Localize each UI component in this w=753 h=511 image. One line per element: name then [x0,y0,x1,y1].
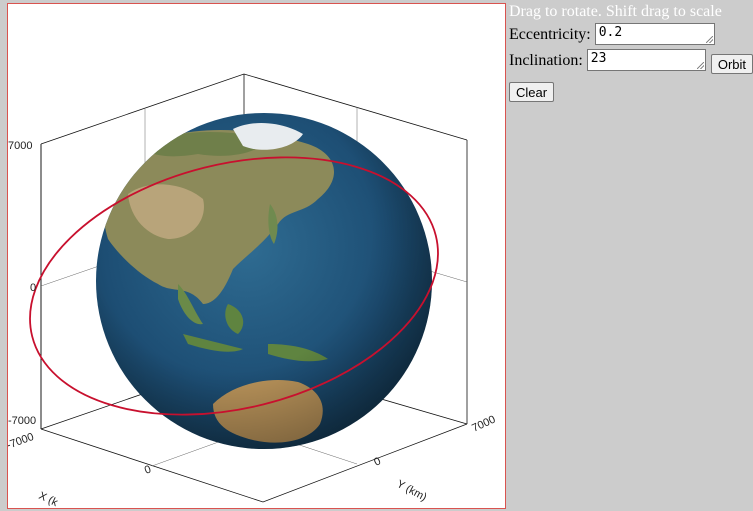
resize-grip-icon[interactable] [696,62,704,69]
x-axis-label: X (k [37,490,60,509]
inclination-input[interactable]: 23 [586,49,706,71]
eccentricity-row: Eccentricity: 0.2 [509,23,753,47]
resize-grip-icon[interactable] [705,36,713,43]
inclination-row: Inclination: 23 Orbit [509,49,753,74]
earth-globe-icon[interactable] [96,113,432,449]
x-tick-label: -7000 [8,431,35,452]
eccentricity-input[interactable]: 0.2 [594,23,715,45]
z-tick-label: -7000 [8,415,36,427]
inclination-label: Inclination: [509,52,583,69]
z-tick-label: 7000 [8,140,32,152]
y-tick-label: 0 [372,455,383,468]
eccentricity-label: Eccentricity: [509,26,591,43]
y-axis-label: Y (km) [395,478,429,504]
plot-3d-view[interactable]: 7000 0 -7000 -7000 0 X (k 0 7000 Y (km) [8,4,507,510]
z-tick-label: 0 [30,282,36,294]
instructions-text: Drag to rotate. Shift drag to scale [509,3,722,20]
inclination-value: 23 [590,51,607,66]
control-panel: Drag to rotate. Shift drag to scale Ecce… [509,3,753,102]
clear-button[interactable]: Clear [509,82,555,102]
orbit-button[interactable]: Orbit [710,54,753,74]
y-tick-label: 7000 [470,413,497,434]
eccentricity-value: 0.2 [598,25,623,40]
plot-area[interactable]: 7000 0 -7000 -7000 0 X (k 0 7000 Y (km) [7,3,506,509]
